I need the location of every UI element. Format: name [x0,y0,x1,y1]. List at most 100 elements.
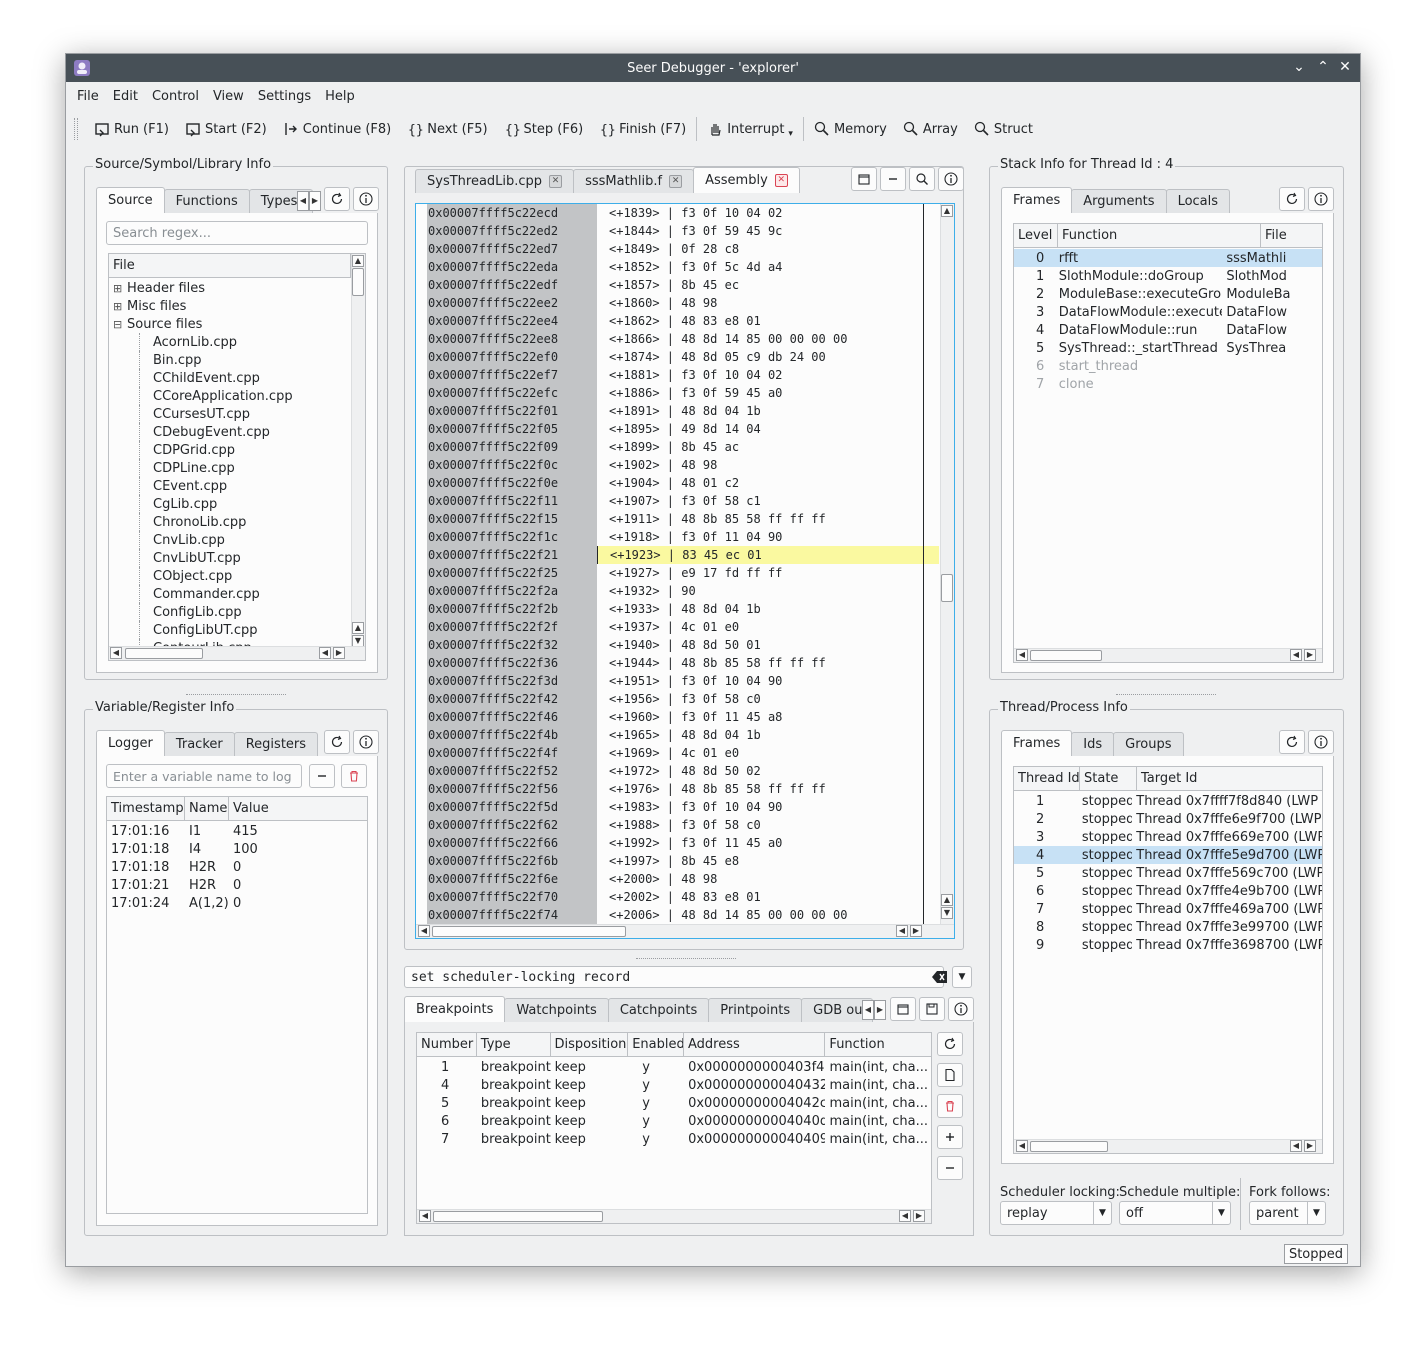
assembly-line[interactable]: 0x00007ffff5c22f52 <+1972> | 48 8d 50 02 [427,762,939,780]
assembly-line[interactable]: 0x00007ffff5c22f25 <+1927> | e9 17 fd ff … [427,564,939,582]
assembly-line[interactable]: 0x00007ffff5c22ed7 <+1849> | 0f 28 c8 [427,240,939,258]
table-row[interactable]: 3 DataFlowModule::executeGroupDataFlow [1014,303,1322,321]
run-button[interactable]: Run (F1) [86,117,177,141]
continue-button[interactable]: Continue (F8) [275,117,399,141]
scroll-thumb[interactable] [125,648,203,659]
menu-control[interactable]: Control [145,89,206,104]
tab-printpoints[interactable]: Printpoints [708,998,803,1022]
target-id-column-header[interactable]: Target Id [1137,767,1322,790]
scroll-up-icon[interactable]: ▲ [941,205,953,217]
open-log-button[interactable] [890,997,916,1021]
tab-functions[interactable]: Functions [163,189,250,213]
finish-button[interactable]: {} Finish (F7) [591,117,694,141]
menu-view[interactable]: View [206,89,251,104]
tree-file-item[interactable]: AcornLib.cpp [109,333,351,351]
breakpoints-hscroll[interactable]: ◀ ◀ ▶ [417,1209,931,1223]
table-row[interactable]: 2 stopped Thread 0x7fffe6e9f700 (LWP 1 [1014,810,1322,828]
tab-logger[interactable]: Logger [96,730,165,756]
assembly-line[interactable]: 0x00007ffff5c22f11 <+1907> | f3 0f 58 c1 [427,492,939,510]
table-row[interactable]: 3 stopped Thread 0x7fffe669e700 (LWP [1014,828,1322,846]
type-column-header[interactable]: Type [477,1033,551,1056]
scroll-up-icon[interactable]: ▲ [352,622,364,634]
help-source-button[interactable] [353,187,379,211]
table-row[interactable]: 2 ModuleBase::executeGroup ModuleBa [1014,285,1322,303]
assembly-line[interactable]: 0x00007ffff5c22f62 <+1988> | f3 0f 58 c0 [427,816,939,834]
scheduler-locking-select[interactable]: replay ▼ [1000,1201,1112,1225]
tab-thread-frames[interactable]: Frames [1001,730,1073,756]
assembly-line[interactable]: 0x00007ffff5c22ef7 <+1881> | f3 0f 10 04 … [427,366,939,384]
assembly-line[interactable]: 0x00007ffff5c22f42 <+1956> | f3 0f 58 c0 [427,690,939,708]
table-row[interactable]: 17:01:21 H2R 0 [107,876,367,894]
value-column-header[interactable]: Value [229,797,367,820]
interrupt-dropdown-icon[interactable]: ▾ [788,129,793,139]
tree-file-item[interactable]: CDebugEvent.cpp [109,423,351,441]
tab-ids[interactable]: Ids [1071,732,1115,756]
assembly-line[interactable]: 0x00007ffff5c22f01 <+1891> | 48 8d 04 1b [427,402,939,420]
splitter-handle[interactable] [1116,694,1216,696]
assembly-line[interactable]: 0x00007ffff5c22f6b <+1997> | 8b 45 e8 [427,852,939,870]
table-row[interactable]: 17:01:18 I4 100 [107,840,367,858]
gdb-command-input[interactable]: set scheduler-locking record [404,966,944,988]
start-button[interactable]: Start (F2) [177,117,275,141]
refresh-breakpoints-button[interactable] [937,1032,963,1056]
table-row[interactable]: 5 SysThread::_startThread SysThrea [1014,339,1322,357]
scroll-left-icon[interactable]: ◀ [1290,1140,1302,1152]
tab-locals[interactable]: Locals [1165,189,1231,213]
scroll-left-icon[interactable]: ◀ [899,1210,911,1222]
file-column-header[interactable]: File [1261,224,1322,247]
source-search-input[interactable]: Search regex... [106,221,368,245]
tab-catchpoints[interactable]: Catchpoints [607,998,710,1022]
assembly-hscroll[interactable]: ◀ ◀ ▶ [416,924,954,938]
maximize-icon[interactable]: ⌃ [1314,58,1332,76]
threads-hscroll[interactable]: ◀ ◀ ▶ [1014,1139,1322,1153]
assembly-line[interactable]: 0x00007ffff5c22f66 <+1992> | f3 0f 11 45 … [427,834,939,852]
scroll-thumb[interactable] [433,1211,603,1222]
memory-button[interactable]: Memory [806,117,895,141]
command-history-dropdown[interactable]: ▼ [952,966,972,988]
collapse-icon[interactable]: ⊟ [109,318,127,331]
scroll-thumb[interactable] [941,574,953,602]
fork-follows-select[interactable]: parent ▼ [1249,1201,1326,1225]
assembly-line[interactable]: 0x00007ffff5c22ee2 <+1860> | 48 98 [427,294,939,312]
table-row[interactable]: 7 breakpoint keep y 0x0000000000404091 main(i… [417,1130,931,1148]
array-button[interactable]: Array [895,117,966,141]
assembly-line[interactable]: 0x00007ffff5c22f0e <+1904> | 48 01 c2 [427,474,939,492]
assembly-line[interactable]: 0x00007ffff5c22ef0 <+1874> | 48 8d 05 c9 … [427,348,939,366]
expand-icon[interactable]: ⊞ [109,282,127,295]
tab-breakpoints[interactable]: Breakpoints [404,996,506,1022]
delete-selected-button[interactable] [309,764,335,788]
assembly-line[interactable]: 0x00007ffff5c22f4f <+1969> | 4c 01 e0 [427,744,939,762]
assembly-line[interactable]: 0x00007ffff5c22f0c <+1902> | 48 98 [427,456,939,474]
splitter-handle[interactable] [186,694,286,696]
table-row[interactable]: 4 stopped Thread 0x7fffe5e9d700 (LWP [1014,846,1322,864]
assembly-line[interactable]: 0x00007ffff5c22f46 <+1960> | f3 0f 11 45 … [427,708,939,726]
scroll-left-icon[interactable]: ◀ [896,925,908,937]
table-row[interactable]: 17:01:16 I1 415 [107,822,367,840]
state-column-header[interactable]: State [1080,767,1137,790]
table-row[interactable]: 6 stopped Thread 0x7fffe4e9b700 (LWP [1014,882,1322,900]
assembly-line[interactable]: 0x00007ffff5c22f1c <+1918> | f3 0f 11 04 … [427,528,939,546]
scroll-up-icon[interactable]: ▲ [352,255,364,267]
assembly-line[interactable]: 0x00007ffff5c22ecd <+1839> | f3 0f 10 04 … [427,204,939,222]
splitter-handle[interactable] [636,958,736,960]
assembly-line[interactable]: 0x00007ffff5c22f2a <+1932> | 90 [427,582,939,600]
assembly-line[interactable]: 0x00007ffff5c22f09 <+1899> | 8b 45 ac [427,438,939,456]
assembly-line[interactable]: 0x00007ffff5c22f56 <+1976> | 48 8b 85 58 … [427,780,939,798]
tree-file-item[interactable]: CnvLib.cpp [109,531,351,549]
scroll-thumb[interactable] [352,268,364,296]
close-tab-icon[interactable]: ✕ [669,175,683,188]
tree-file-item[interactable]: CnvLibUT.cpp [109,549,351,567]
disable-breakpoint-button[interactable] [937,1156,963,1180]
assembly-line[interactable]: 0x00007ffff5c22f2f <+1937> | 4c 01 e0 [427,618,939,636]
assembly-line[interactable]: 0x00007ffff5c22f3d <+1951> | f3 0f 10 04 … [427,672,939,690]
tree-file-item[interactable]: Commander.cpp [109,585,351,603]
function-column-header[interactable]: Function [1058,224,1261,247]
tree-file-item[interactable]: CCoreApplication.cpp [109,387,351,405]
table-row[interactable]: 0 rfft sssMathli [1014,249,1322,267]
delete-breakpoint-button[interactable] [937,1094,963,1118]
enabled-column-header[interactable]: Enabled [628,1033,684,1056]
tabs-scroll-right-icon[interactable]: ▶ [874,1000,886,1020]
tree-file-item[interactable]: CObject.cpp [109,567,351,585]
scroll-left-icon[interactable]: ◀ [319,647,331,659]
tabs-scroll-left-icon[interactable]: ◀ [862,1000,874,1020]
